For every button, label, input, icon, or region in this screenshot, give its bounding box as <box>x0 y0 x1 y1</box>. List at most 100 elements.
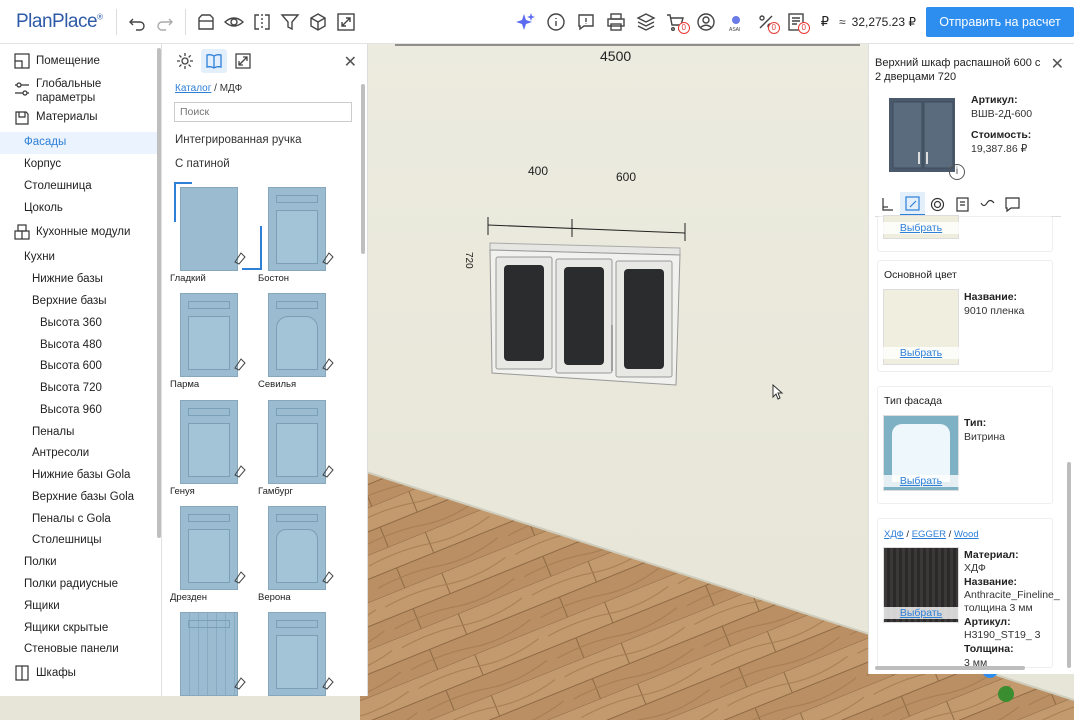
upper-cabinet-model[interactable] <box>480 195 700 395</box>
gear-icon[interactable] <box>172 49 198 73</box>
choose-link[interactable]: Выбрать <box>883 222 959 234</box>
nav-height-480[interactable]: Высота 480 <box>40 339 161 351</box>
print-icon[interactable] <box>601 7 631 37</box>
left-nav-scrollbar[interactable] <box>157 48 161 538</box>
view-icon[interactable] <box>220 8 248 36</box>
nav-lower-bases-gola[interactable]: Нижние базы Gola <box>32 469 161 481</box>
facade-tile-boston[interactable]: Бостон <box>254 187 340 287</box>
properties-scrollbar[interactable] <box>1067 462 1071 668</box>
nav-mezzanines[interactable]: Антресоли <box>32 447 161 459</box>
facade-tile-verona[interactable]: Верона <box>254 506 340 606</box>
facade-tile-hamburg[interactable]: Гамбург <box>254 400 340 500</box>
handle-icon <box>322 677 334 690</box>
gizmo-green-dot[interactable] <box>998 686 1014 702</box>
nav-global-params[interactable]: Глобальные параметры <box>36 77 136 105</box>
tab-document[interactable] <box>950 192 975 216</box>
comment-icon[interactable] <box>571 7 601 37</box>
tab-handle[interactable] <box>975 192 1000 216</box>
info-icon[interactable] <box>541 7 571 37</box>
properties-panel: Верхний шкаф распашной 600 с 2 дверцами … <box>868 44 1074 674</box>
list-icon[interactable]: 0 <box>781 7 811 37</box>
material-article-label: Артикул: <box>964 616 1011 628</box>
ai-sparkle-icon[interactable] <box>511 7 541 37</box>
nav-countertops[interactable]: Столешницы <box>32 534 161 546</box>
nav-tall-gola[interactable]: Пеналы с Gola <box>32 513 161 525</box>
nav-room[interactable]: Помещение <box>36 55 161 67</box>
nav-radius-shelves[interactable]: Полки радиусные <box>24 578 161 590</box>
tab-circle[interactable] <box>925 192 950 216</box>
nav-facades[interactable]: Фасады <box>0 132 160 154</box>
product-info-icon[interactable]: i <box>949 164 965 180</box>
nav-height-360[interactable]: Высота 360 <box>40 317 161 329</box>
discount-icon[interactable]: 0 <box>751 7 781 37</box>
nav-plinth[interactable]: Цоколь <box>24 202 161 214</box>
card-material: ХДФ / EGGER / Wood Выбрать Материал: ХДФ… <box>877 518 1060 669</box>
planplace-logo[interactable]: PlanPlace® <box>16 11 103 33</box>
catalog-scrollbar[interactable] <box>361 84 365 254</box>
tab-comment[interactable] <box>1000 192 1025 216</box>
close-icon[interactable]: ✕ <box>344 52 357 72</box>
nav-wardrobes[interactable]: Шкафы <box>36 667 161 679</box>
nav-kitchens[interactable]: Кухни <box>24 251 161 263</box>
choose-base-color-link[interactable]: Выбрать <box>883 347 959 359</box>
group-integrated-handle[interactable]: Интегрированная ручка <box>175 134 302 146</box>
nav-height-600[interactable]: Высота 600 <box>40 360 161 372</box>
nav-upper-bases[interactable]: Верхние базы <box>32 295 161 307</box>
group-patina[interactable]: С патиной <box>175 158 230 170</box>
nav-lower-bases[interactable]: Нижние базы <box>32 273 161 285</box>
cart-icon[interactable]: 0 <box>661 7 691 37</box>
handle-icon <box>234 252 246 265</box>
choose-facade-type-link[interactable]: Выбрать <box>883 475 959 487</box>
nav-tall-cabinets[interactable]: Пеналы <box>32 426 161 438</box>
breadcrumb-catalog-link[interactable]: Каталог <box>175 83 211 94</box>
nav-upper-bases-gola[interactable]: Верхние базы Gola <box>32 491 161 503</box>
cube-icon[interactable] <box>304 8 332 36</box>
facade-tile-sevilla[interactable]: Севилья <box>254 293 340 393</box>
tab-legs[interactable] <box>875 192 900 216</box>
nav-wall-panels[interactable]: Стеновые панели <box>24 643 161 655</box>
mirror-icon[interactable] <box>248 8 276 36</box>
facade-preview <box>180 400 238 484</box>
material-article-value: H3190_ST19_ 3 <box>964 629 1041 641</box>
layers-icon[interactable] <box>631 7 661 37</box>
facade-tile-dresden[interactable]: Дрезден <box>166 506 252 606</box>
expand-icon[interactable] <box>230 49 256 73</box>
facade-tile-genoa[interactable]: Генуя <box>166 400 252 500</box>
nav-height-960[interactable]: Высота 960 <box>40 404 161 416</box>
save-icon[interactable] <box>192 8 220 36</box>
nav-countertop[interactable]: Столешница <box>24 180 161 192</box>
nav-drawers[interactable]: Ящики <box>24 600 161 612</box>
filter-icon[interactable] <box>276 8 304 36</box>
user-icon[interactable] <box>691 7 721 37</box>
nav-kitchen-modules[interactable]: Кухонные модули <box>36 226 161 238</box>
redo-icon[interactable] <box>151 8 179 36</box>
properties-horizontal-scrollbar[interactable] <box>875 666 1025 670</box>
choose-material-link[interactable]: Выбрать <box>883 607 959 619</box>
close-icon[interactable]: ✕ <box>1051 54 1064 74</box>
facade-preview <box>180 293 238 377</box>
nav-shelves[interactable]: Полки <box>24 556 161 568</box>
nav-body[interactable]: Корпус <box>24 158 161 170</box>
nav-hidden-drawers[interactable]: Ящики скрытые <box>24 622 161 634</box>
handle-icon <box>322 571 334 584</box>
asai-icon[interactable]: ASAI <box>721 7 751 37</box>
facade-preview <box>268 612 326 696</box>
nav-height-720[interactable]: Высота 720 <box>40 382 161 394</box>
left-navigation: Помещение Глобальные параметры Материалы… <box>0 44 162 696</box>
nav-materials[interactable]: Материалы <box>36 111 161 123</box>
send-for-calculation-button[interactable]: Отправить на расчет <box>926 7 1074 37</box>
facade-tile-9[interactable] <box>254 612 340 696</box>
tab-facade[interactable] <box>900 192 925 216</box>
fullscreen-icon[interactable] <box>332 8 360 36</box>
catalog-panel: ✕ Каталог / МДФ Интегрированная ручка С … <box>162 44 368 696</box>
facade-tile-8[interactable] <box>166 612 252 696</box>
dimension-400: 400 <box>528 164 549 178</box>
book-icon[interactable] <box>201 49 227 73</box>
catalog-search-input[interactable] <box>174 102 352 122</box>
facade-tile-smooth[interactable]: Гладкий <box>166 187 252 287</box>
cost-label: Стоимость: <box>971 129 1032 141</box>
handle-icon <box>234 677 246 690</box>
undo-icon[interactable] <box>123 8 151 36</box>
facade-tile-parma[interactable]: Парма <box>166 293 252 393</box>
type-label: Тип: <box>964 417 987 429</box>
